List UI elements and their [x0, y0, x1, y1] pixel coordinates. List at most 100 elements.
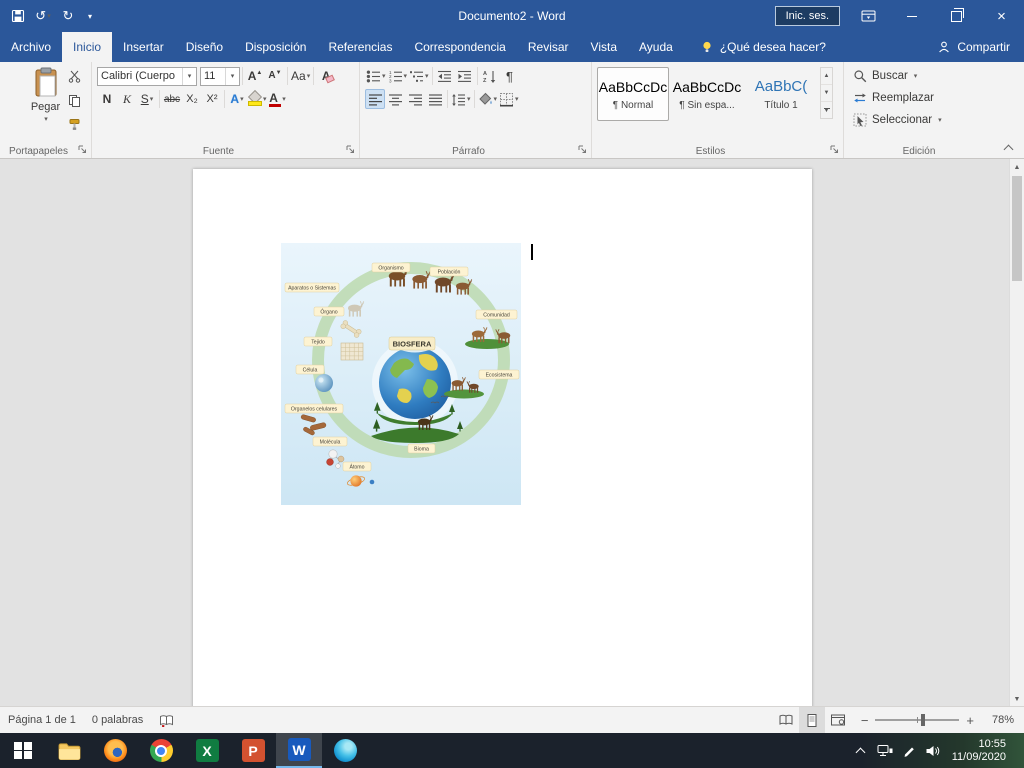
styles-gallery-up-button[interactable]: ▲: [821, 68, 832, 85]
format-painter-button[interactable]: [63, 114, 85, 134]
share-button[interactable]: Compartir: [923, 32, 1024, 62]
word-count[interactable]: 0 palabras: [84, 707, 151, 733]
web-layout-button[interactable]: [825, 707, 851, 733]
taskbar-edge[interactable]: [322, 733, 368, 768]
tab-revisar[interactable]: Revisar: [517, 32, 580, 62]
tray-network[interactable]: [874, 733, 896, 768]
document-page[interactable]: Organismo Población Aparatos o Sistemas …: [193, 169, 812, 707]
style-normal[interactable]: AaBbCcDc ¶ Normal: [597, 67, 669, 121]
scrollbar-thumb[interactable]: [1012, 176, 1022, 281]
strikethrough-button[interactable]: abc: [162, 89, 182, 109]
taskbar-clock[interactable]: 10:55 11/09/2020: [946, 738, 1016, 764]
zoom-slider-thumb[interactable]: [921, 714, 925, 726]
numbering-button[interactable]: 123 ▾: [387, 66, 409, 86]
tray-volume[interactable]: [922, 733, 944, 768]
borders-button[interactable]: ▾: [498, 89, 520, 109]
clear-formatting-button[interactable]: A: [316, 66, 336, 86]
shrink-font-button[interactable]: A▼: [265, 66, 285, 86]
justify-button[interactable]: [425, 89, 445, 109]
sort-button[interactable]: AZ: [480, 66, 500, 86]
align-right-button[interactable]: [405, 89, 425, 109]
show-paragraph-marks-button[interactable]: ¶: [500, 66, 520, 86]
shading-button[interactable]: ▾: [477, 89, 499, 109]
zoom-percentage[interactable]: 78%: [984, 714, 1024, 726]
bold-button[interactable]: N: [97, 89, 117, 109]
taskbar-chrome[interactable]: [138, 733, 184, 768]
style-titulo-1[interactable]: AaBbC( Título 1: [745, 67, 817, 121]
styles-gallery-down-button[interactable]: ▼: [821, 85, 832, 102]
styles-gallery-more-button[interactable]: ▼: [821, 102, 832, 118]
replace-button[interactable]: Reemplazar: [847, 87, 991, 108]
copy-button[interactable]: [63, 90, 85, 110]
subscript-button[interactable]: X₂: [182, 89, 202, 109]
find-button[interactable]: Buscar ▾: [847, 65, 991, 86]
underline-button[interactable]: S▾: [137, 89, 157, 109]
page-indicator[interactable]: Página 1 de 1: [0, 707, 84, 733]
tab-diseno[interactable]: Diseño: [175, 32, 234, 62]
ribbon-display-options-button[interactable]: [853, 3, 883, 29]
tab-insertar[interactable]: Insertar: [112, 32, 175, 62]
font-color-button[interactable]: A ▾: [268, 89, 288, 109]
bullets-button[interactable]: ▾: [365, 66, 387, 86]
undo-button[interactable]: ↺▾: [31, 3, 55, 29]
cut-button[interactable]: [63, 66, 85, 86]
close-button[interactable]: ×: [979, 0, 1024, 32]
inline-image-biosfera-diagram[interactable]: Organismo Población Aparatos o Sistemas …: [281, 243, 521, 505]
restore-button[interactable]: [934, 0, 979, 32]
italic-button[interactable]: K: [117, 89, 137, 109]
collapse-ribbon-button[interactable]: [998, 142, 1018, 154]
styles-dialog-launcher[interactable]: [830, 145, 840, 155]
change-case-button[interactable]: Aa▾: [290, 66, 311, 86]
tab-vista[interactable]: Vista: [580, 32, 628, 62]
paragraph-dialog-launcher[interactable]: [578, 145, 588, 155]
text-highlight-button[interactable]: ▾: [247, 89, 268, 109]
decrease-indent-button[interactable]: [435, 66, 455, 86]
taskbar-word[interactable]: W: [276, 733, 322, 768]
taskbar-powerpoint[interactable]: P: [230, 733, 276, 768]
zoom-slider[interactable]: [875, 719, 959, 721]
select-button[interactable]: Seleccionar ▾: [847, 109, 991, 130]
font-size-combo[interactable]: 11 ▾: [200, 67, 240, 86]
vertical-scrollbar[interactable]: ▲ ▼: [1009, 159, 1024, 707]
tab-correspondencia[interactable]: Correspondencia: [403, 32, 516, 62]
grow-font-button[interactable]: A▲: [245, 66, 265, 86]
tell-me-box[interactable]: ¿Qué desea hacer?: [690, 32, 836, 62]
taskbar-excel[interactable]: X: [184, 733, 230, 768]
taskbar-file-explorer[interactable]: [46, 733, 92, 768]
dialog-launcher-icon: [830, 145, 839, 154]
customize-qat-button[interactable]: ▾: [81, 3, 99, 30]
clipboard-dialog-launcher[interactable]: [78, 145, 88, 155]
text-effects-button[interactable]: A▾: [227, 89, 247, 109]
scroll-up-button[interactable]: ▲: [1010, 160, 1024, 174]
scroll-down-button[interactable]: ▼: [1010, 692, 1024, 706]
style-sin-espaciado[interactable]: AaBbCcDc ¶ Sin espa...: [671, 67, 743, 121]
read-mode-button[interactable]: [773, 707, 799, 733]
tab-inicio[interactable]: Inicio: [62, 32, 112, 62]
multilevel-list-button[interactable]: ▾: [408, 66, 430, 86]
tab-archivo[interactable]: Archivo: [0, 32, 62, 62]
increase-indent-button[interactable]: [455, 66, 475, 86]
proofing-status-button[interactable]: [151, 707, 182, 733]
zoom-out-button[interactable]: −: [861, 713, 869, 728]
start-button[interactable]: [0, 733, 46, 768]
tray-show-hidden-icons[interactable]: [850, 733, 872, 768]
taskbar-firefox[interactable]: [92, 733, 138, 768]
file-explorer-icon: [58, 741, 81, 761]
word-icon: W: [288, 738, 311, 761]
font-name-combo[interactable]: Calibri (Cuerpo ▾: [97, 67, 197, 86]
tab-disposicion[interactable]: Disposición: [234, 32, 317, 62]
line-spacing-button[interactable]: ▾: [450, 89, 472, 109]
tab-referencias[interactable]: Referencias: [317, 32, 403, 62]
print-layout-button[interactable]: [799, 707, 825, 733]
font-dialog-launcher[interactable]: [346, 145, 356, 155]
align-center-button[interactable]: [385, 89, 405, 109]
superscript-button[interactable]: X²: [202, 89, 222, 109]
redo-button[interactable]: ↻: [56, 3, 80, 29]
tab-ayuda[interactable]: Ayuda: [628, 32, 684, 62]
sign-in-button[interactable]: Inic. ses.: [776, 7, 839, 25]
zoom-in-button[interactable]: +: [966, 713, 974, 728]
tray-pen[interactable]: [898, 733, 920, 768]
minimize-button[interactable]: [889, 0, 934, 32]
save-button[interactable]: [6, 3, 30, 29]
align-left-button[interactable]: [365, 89, 385, 109]
